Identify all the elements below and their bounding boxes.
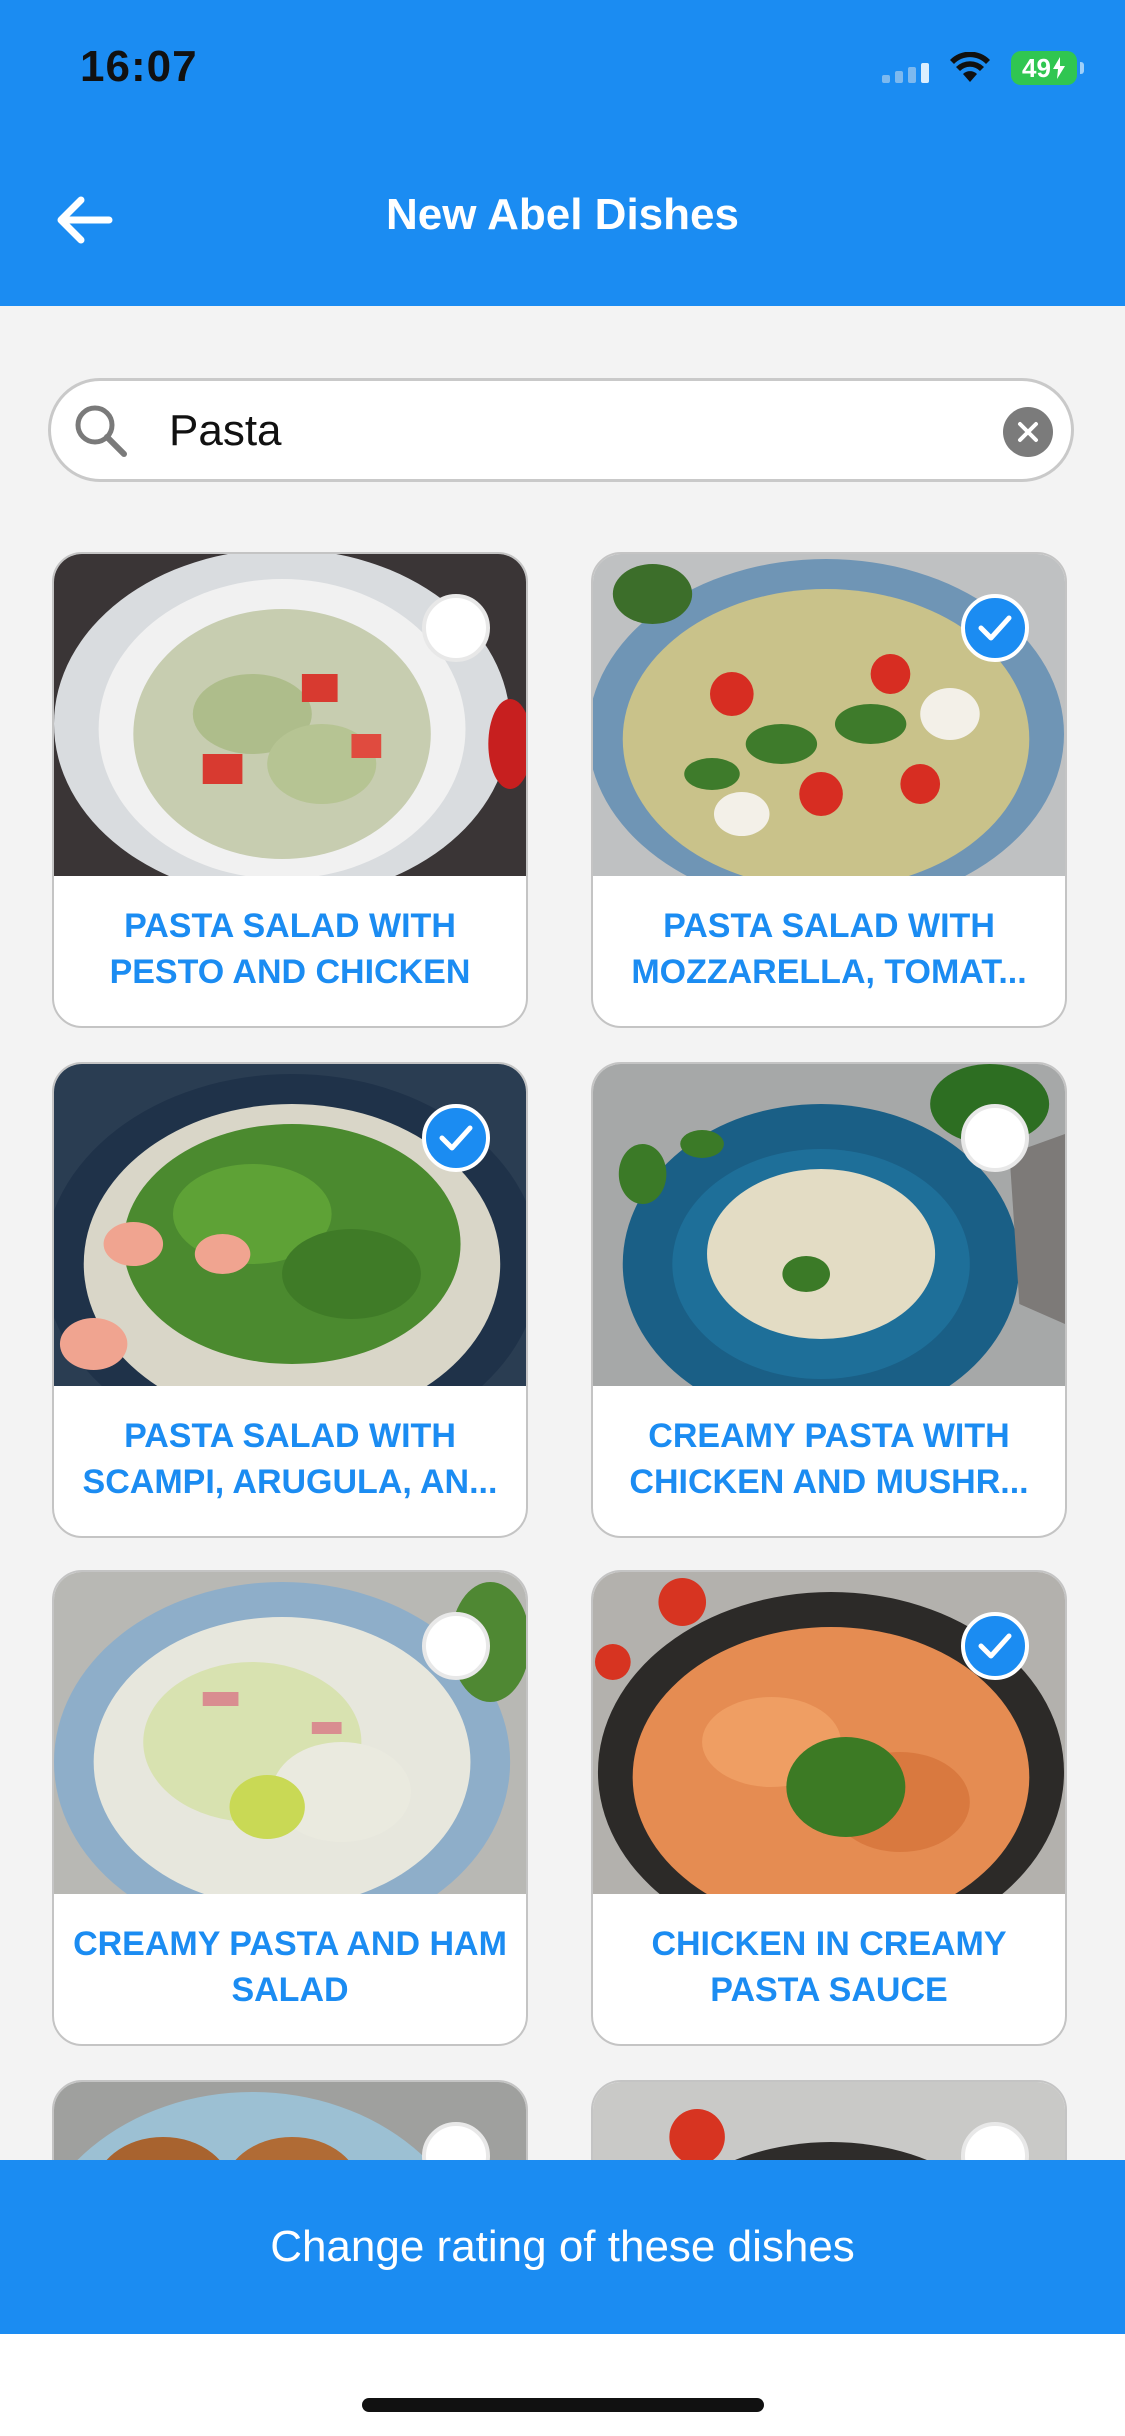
select-checkbox[interactable] xyxy=(422,1104,490,1172)
dish-title: CREAMY PASTA WITH CHICKEN AND MUSHR... xyxy=(629,1417,1029,1501)
dish-card[interactable]: PASTA SALAD WITH PESTO AND CHICKEN xyxy=(52,552,528,1028)
checkmark-icon xyxy=(439,1125,473,1151)
dish-title: PASTA SALAD WITH PESTO AND CHICKEN xyxy=(109,907,471,991)
home-indicator-area xyxy=(0,2334,1125,2436)
dish-title: CREAMY PASTA AND HAM SALAD xyxy=(73,1925,507,2009)
dish-card[interactable]: CREAMY PASTA WITH CHICKEN AND MUSHR... xyxy=(591,1062,1067,1538)
dish-title: CHICKEN IN CREAMY PASTA SAUCE xyxy=(651,1925,1007,2009)
dish-title: PASTA SALAD WITH MOZZARELLA, TOMAT... xyxy=(631,907,1027,991)
dish-title: PASTA SALAD WITH SCAMPI, ARUGULA, AN... xyxy=(82,1417,498,1501)
select-checkbox[interactable] xyxy=(961,1612,1029,1680)
change-rating-button[interactable]: Change rating of these dishes xyxy=(0,2160,1125,2334)
select-checkbox[interactable] xyxy=(422,1612,490,1680)
dish-card[interactable] xyxy=(591,2080,1067,2160)
select-checkbox[interactable] xyxy=(961,1104,1029,1172)
dish-card[interactable] xyxy=(52,2080,528,2160)
dish-card[interactable]: PASTA SALAD WITH SCAMPI, ARUGULA, AN... xyxy=(52,1062,528,1538)
dish-card[interactable]: PASTA SALAD WITH MOZZARELLA, TOMAT... xyxy=(591,552,1067,1028)
select-checkbox[interactable] xyxy=(422,594,490,662)
dish-grid: PASTA SALAD WITH PESTO AND CHICKEN PASTA… xyxy=(0,0,1125,2160)
home-indicator[interactable] xyxy=(362,2398,764,2412)
dish-card[interactable]: CREAMY PASTA AND HAM SALAD xyxy=(52,1570,528,2046)
dish-card[interactable]: CHICKEN IN CREAMY PASTA SAUCE xyxy=(591,1570,1067,2046)
checkmark-icon xyxy=(978,615,1012,641)
select-checkbox[interactable] xyxy=(961,594,1029,662)
checkmark-icon xyxy=(978,1633,1012,1659)
